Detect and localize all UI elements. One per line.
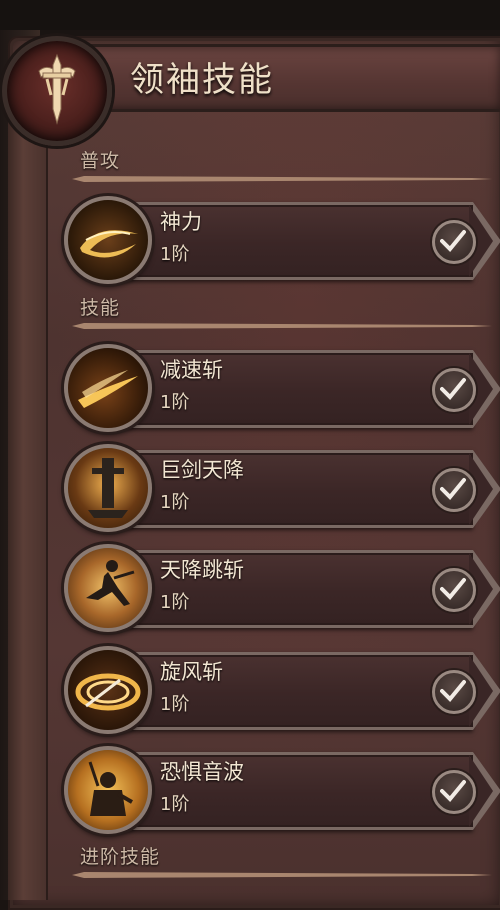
skill-level: 1阶 bbox=[160, 592, 190, 613]
selected-check-icon[interactable] bbox=[432, 568, 476, 612]
top-strip bbox=[0, 0, 500, 30]
selected-check-icon[interactable] bbox=[432, 770, 476, 814]
selected-check-icon[interactable] bbox=[432, 220, 476, 264]
whirlwind-icon bbox=[64, 646, 152, 734]
skill-row-jiansuzhan[interactable]: 减速斩 1阶 bbox=[64, 344, 500, 432]
title-bar bbox=[60, 44, 500, 112]
skill-name: 神力 bbox=[160, 210, 202, 234]
leap-slash-icon bbox=[64, 544, 152, 632]
selected-check-icon[interactable] bbox=[432, 468, 476, 512]
skill-row-jujiantianjiang[interactable]: 巨剑天降 1阶 bbox=[64, 444, 500, 532]
sword-emblem-icon bbox=[2, 36, 112, 146]
golden-swirl-icon bbox=[64, 196, 152, 284]
skill-row-kongjuyinbo[interactable]: 恐惧音波 1阶 bbox=[64, 746, 500, 834]
skill-level: 1阶 bbox=[160, 392, 190, 413]
skill-name: 巨剑天降 bbox=[160, 458, 244, 482]
section-label-basic-attack: 普攻 bbox=[80, 150, 121, 172]
skill-row-xuanfengzhan[interactable]: 旋风斩 1阶 bbox=[64, 646, 500, 734]
skill-row-tianjiangtiaozhan[interactable]: 天降跳斩 1阶 bbox=[64, 544, 500, 632]
section-divider bbox=[72, 176, 492, 182]
section-label-skills: 技能 bbox=[80, 297, 121, 319]
selected-check-icon[interactable] bbox=[432, 368, 476, 412]
section-divider bbox=[72, 323, 492, 329]
skill-level: 1阶 bbox=[160, 492, 190, 513]
selected-check-icon[interactable] bbox=[432, 670, 476, 714]
skill-level: 1阶 bbox=[160, 694, 190, 715]
panel-title: 领袖技能 bbox=[130, 60, 274, 100]
skill-name: 天降跳斩 bbox=[160, 558, 244, 582]
skill-row-shenli[interactable]: 神力 1阶 bbox=[64, 196, 500, 284]
section-divider bbox=[72, 872, 492, 878]
fear-roar-icon bbox=[64, 746, 152, 834]
skill-name: 恐惧音波 bbox=[160, 760, 244, 784]
skill-level: 1阶 bbox=[160, 794, 190, 815]
skill-name: 减速斩 bbox=[160, 358, 223, 382]
panel-left-rim bbox=[8, 100, 48, 900]
skill-name: 旋风斩 bbox=[160, 660, 223, 684]
skill-level: 1阶 bbox=[160, 244, 190, 265]
giant-sword-icon bbox=[64, 444, 152, 532]
slash-wave-icon bbox=[64, 344, 152, 432]
section-label-advanced-skills: 进阶技能 bbox=[80, 846, 161, 868]
